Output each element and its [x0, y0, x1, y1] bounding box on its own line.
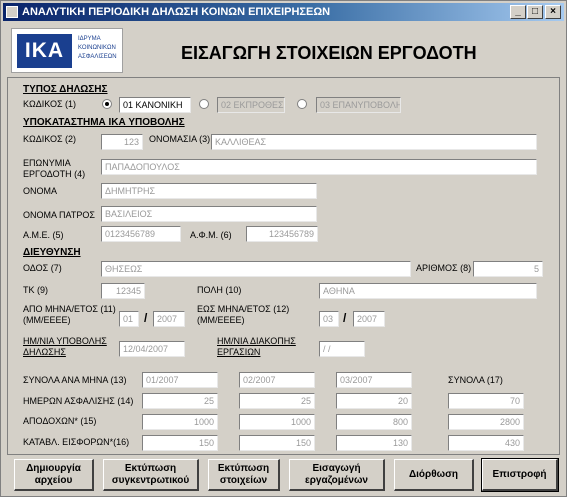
- month-3-field[interactable]: 03/2007: [336, 372, 412, 388]
- employer-surname-field[interactable]: ΠΑΠΑΔΟΠΟΥΛΟΣ: [101, 159, 537, 175]
- option-late: 02 ΕΚΠΡΟΘΕΣΜΗ: [217, 97, 285, 113]
- contributions-label: ΚΑΤΑΒΛ. ΕΙΣΦΟΡΩΝ*(16): [23, 437, 130, 447]
- afm-field[interactable]: 123456789: [246, 226, 318, 242]
- contributions-m1[interactable]: 150: [142, 435, 218, 451]
- earnings-total[interactable]: 2800: [448, 414, 524, 430]
- branch-code-label: ΚΩΔΙΚΟΣ (2): [23, 134, 77, 144]
- employer-name-field[interactable]: ΔΗΜΗΤΡΗΣ: [101, 183, 317, 199]
- father-name-field[interactable]: ΒΑΣΙΛΕΙΟΣ: [101, 206, 317, 222]
- ika-logo-text: ΙΔΡΥΜΑ ΚΟΙΝΩΝΙΚΩΝ ΑΣΦΑΛΙΣΕΩΝ: [78, 35, 117, 62]
- logo-line-1: ΙΔΡΥΜΑ: [78, 36, 101, 42]
- logo-line-2: ΚΟΙΝΩΝΙΚΩΝ: [78, 45, 116, 51]
- ika-logo: IKA ΙΔΡΥΜΑ ΚΟΙΝΩΝΙΚΩΝ ΑΣΦΑΛΙΣΕΩΝ: [11, 28, 123, 73]
- declaration-code-label: ΚΩΔΙΚΟΣ (1): [23, 99, 77, 109]
- logo-line-3: ΑΣΦΑΛΙΣΕΩΝ: [78, 54, 117, 60]
- termination-date-label: ΗΜ/ΝΙΑ ΔΙΑΚΟΠΗΣ ΕΡΓΑΣΙΩΝ: [217, 336, 296, 357]
- branch-section-label: ΥΠΟΚΑΤΑΣΤΗΜΑ ΙΚΑ ΥΠΟΒΟΛΗΣ: [23, 117, 185, 128]
- period-to-label: ΕΩΣ ΜΗΝΑ/ΕΤΟΣ (12) (ΜΜ/ΕΕΕΕ): [197, 304, 290, 325]
- insurance-days-m2[interactable]: 25: [239, 393, 315, 409]
- earnings-m1[interactable]: 1000: [142, 414, 218, 430]
- address-section-label: ΔΙΕΥΘΥΝΣΗ: [23, 247, 81, 258]
- radio-resubmission[interactable]: [297, 99, 307, 109]
- insurance-days-label: ΗΜΕΡΩΝ ΑΣΦΑΛΙΣΗΣ (14): [23, 396, 134, 406]
- return-button[interactable]: Επιστροφή: [481, 458, 559, 492]
- radio-late[interactable]: [199, 99, 209, 109]
- print-summary-button[interactable]: Εκτύπωση συγκεντρωτικού: [103, 459, 199, 491]
- ika-logo-mark: IKA: [17, 34, 72, 68]
- employer-surname-label: ΕΠΩΝΥΜΙΑ ΕΡΓΟΔΟΤΗ (4): [23, 158, 86, 179]
- create-file-button[interactable]: Δημιουργία αρχείου: [14, 459, 94, 491]
- earnings-label: ΑΠΟΔΟΧΩΝ* (15): [23, 416, 97, 426]
- contributions-m2[interactable]: 150: [239, 435, 315, 451]
- branch-name-field[interactable]: ΚΑΛΛΙΘΕΑΣ: [211, 134, 537, 150]
- street-label: ΟΔΟΣ (7): [23, 263, 62, 273]
- earnings-m3[interactable]: 800: [336, 414, 412, 430]
- page-title: ΕΙΣΑΓΩΓΗ ΣΤΟΙΧΕΙΩΝ ΕΡΓΟΔΟΤΗ: [181, 43, 477, 63]
- submission-date-field[interactable]: 12/04/2007: [119, 341, 185, 357]
- from-separator: /: [144, 311, 148, 325]
- zip-field[interactable]: 12345: [101, 283, 145, 299]
- from-year-field[interactable]: 2007: [153, 311, 185, 327]
- insurance-days-m1[interactable]: 25: [142, 393, 218, 409]
- ame-field[interactable]: 0123456789: [101, 226, 181, 242]
- app-icon: [6, 6, 18, 18]
- monthly-totals-label: ΣΥΝΟΛΑ ΑΝΑ ΜΗΝΑ (13): [23, 375, 127, 385]
- contributions-m3[interactable]: 130: [336, 435, 412, 451]
- radio-normal[interactable]: [102, 99, 112, 109]
- period-from-label: ΑΠΟ ΜΗΝΑ/ΕΤΟΣ (11) (ΜΜ/ΕΕΕΕ): [23, 304, 116, 325]
- submission-date-label: ΗΜ/ΝΙΑ ΥΠΟΒΟΛΗΣ ΔΗΛΩΣΗΣ: [23, 336, 107, 357]
- street-number-field[interactable]: 5: [473, 261, 543, 277]
- street-field[interactable]: ΘΗΣΕΩΣ: [101, 261, 411, 277]
- maximize-button[interactable]: □: [527, 5, 543, 19]
- city-label: ΠΟΛΗ (10): [197, 285, 242, 295]
- city-field[interactable]: ΑΘΗΝΑ: [319, 283, 537, 299]
- to-year-field[interactable]: 2007: [353, 311, 385, 327]
- street-number-label: ΑΡΙΘΜΟΣ (8): [416, 263, 472, 273]
- title-bar[interactable]: ΑΝΑΛΥΤΙΚΗ ΠΕΡΙΟΔΙΚΗ ΔΗΛΩΣΗ ΚΟΙΝΩΝ ΕΠΙΧΕΙ…: [3, 3, 564, 21]
- to-separator: /: [343, 311, 347, 325]
- month-2-field[interactable]: 02/2007: [239, 372, 315, 388]
- zip-label: ΤΚ (9): [23, 285, 49, 295]
- earnings-m2[interactable]: 1000: [239, 414, 315, 430]
- option-resubmission: 03 ΕΠΑΝΥΠΟΒΟΛΗ: [316, 97, 401, 113]
- declaration-section-label: ΤΥΠΟΣ ΔΗΛΩΣΗΣ: [23, 84, 108, 95]
- edit-button[interactable]: Διόρθωση: [394, 459, 474, 491]
- contributions-total[interactable]: 430: [448, 435, 524, 451]
- father-name-label: ΟΝΟΜΑ ΠΑΤΡΟΣ: [23, 210, 95, 220]
- import-employees-button[interactable]: Εισαγωγή εργαζομένων: [289, 459, 385, 491]
- termination-date-field[interactable]: / /: [319, 341, 365, 357]
- option-normal: 01 ΚΑΝΟΝΙΚΗ: [119, 97, 191, 113]
- insurance-days-m3[interactable]: 20: [336, 393, 412, 409]
- window-title: ΑΝΑΛΥΤΙΚΗ ΠΕΡΙΟΔΙΚΗ ΔΗΛΩΣΗ ΚΟΙΝΩΝ ΕΠΙΧΕΙ…: [22, 6, 331, 18]
- to-month-field[interactable]: 03: [319, 311, 339, 327]
- insurance-days-total[interactable]: 70: [448, 393, 524, 409]
- application-window: ΑΝΑΛΥΤΙΚΗ ΠΕΡΙΟΔΙΚΗ ΔΗΛΩΣΗ ΚΟΙΝΩΝ ΕΠΙΧΕΙ…: [0, 0, 567, 497]
- month-1-field[interactable]: 01/2007: [142, 372, 218, 388]
- afm-label: Α.Φ.Μ. (6): [190, 230, 232, 240]
- from-month-field[interactable]: 01: [119, 311, 139, 327]
- ame-label: Α.Μ.Ε. (5): [23, 230, 64, 240]
- print-data-button[interactable]: Εκτύπωση στοιχείων: [208, 459, 280, 491]
- branch-code-field[interactable]: 123: [101, 134, 143, 150]
- employer-name-label: ΟΝΟΜΑ: [23, 186, 58, 196]
- minimize-button[interactable]: _: [510, 5, 526, 19]
- close-button[interactable]: ×: [545, 5, 561, 19]
- grand-total-label: ΣΥΝΟΛΑ (17): [448, 375, 503, 385]
- branch-name-label: ΟΝΟΜΑΣΙΑ (3): [149, 134, 211, 144]
